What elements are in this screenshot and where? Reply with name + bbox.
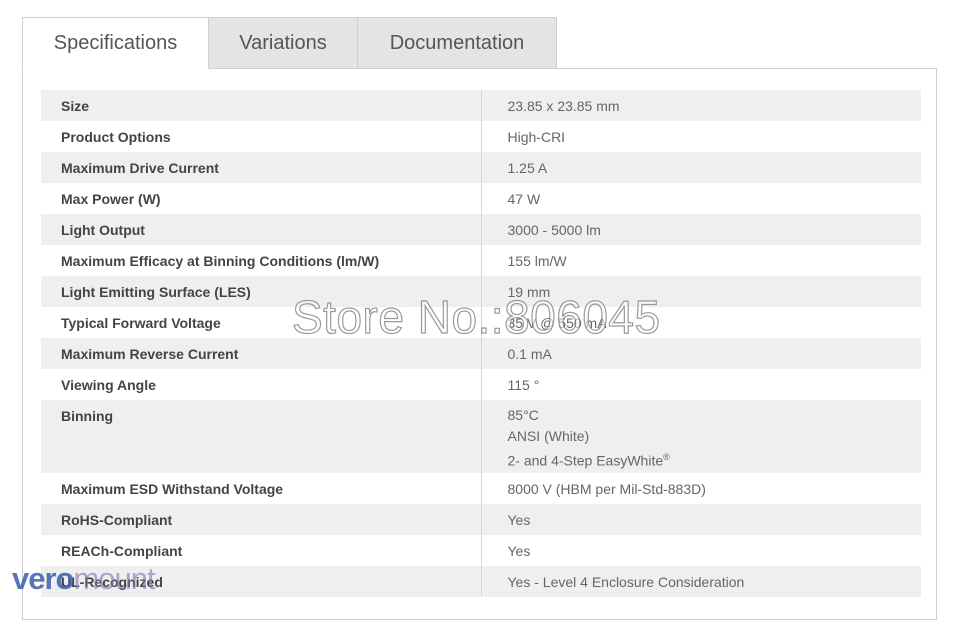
spec-value: 3000 - 5000 lm bbox=[481, 214, 921, 245]
table-row: UL-Recognized Yes - Level 4 Enclosure Co… bbox=[41, 566, 921, 597]
spec-label: Typical Forward Voltage bbox=[41, 307, 482, 338]
spec-label: REACh-Compliant bbox=[41, 535, 482, 566]
spec-label: Maximum Reverse Current bbox=[41, 338, 482, 369]
tab-bar: Specifications Variations Documentation bbox=[22, 17, 557, 69]
binning-value: ANSI (White) bbox=[507, 428, 590, 444]
spec-value: 155 lm/W bbox=[507, 253, 567, 269]
spec-value: 0.1 mA bbox=[481, 338, 921, 369]
spec-label: UL-Recognized bbox=[41, 566, 482, 597]
spec-value: High-CRI bbox=[507, 129, 566, 145]
spec-value: 23.85 x 23.85 mm bbox=[481, 90, 921, 121]
spec-label: Maximum Drive Current bbox=[41, 152, 482, 183]
binning-value: 85°C bbox=[507, 407, 539, 423]
binning-value: 2- and 4-Step EasyWhite bbox=[507, 452, 664, 469]
spec-label: Maximum ESD Withstand Voltage bbox=[41, 473, 482, 504]
spec-label: Light Output bbox=[41, 214, 482, 245]
spec-label: RoHS-Compliant bbox=[41, 504, 482, 535]
spec-label: Product Options bbox=[41, 121, 482, 152]
binning-value-line: 2- and 4-Step EasyWhite® bbox=[508, 447, 922, 472]
spec-value: Yes bbox=[481, 504, 921, 535]
table-row: Max Power (W) 47 W bbox=[41, 183, 921, 214]
table-row: Binning 85°C ANSI (White) 2- and 4-Step … bbox=[41, 400, 921, 473]
spec-value: 115 ° bbox=[507, 377, 540, 393]
tab-variations[interactable]: Variations bbox=[209, 17, 358, 69]
table-row: RoHS-Compliant Yes bbox=[41, 504, 921, 535]
spec-value: 47 W bbox=[507, 191, 541, 207]
registered-mark: ® bbox=[663, 452, 670, 462]
spec-label: Max Power (W) bbox=[41, 183, 482, 214]
spec-value: Yes - Level 4 Enclosure Consideration bbox=[481, 566, 921, 597]
table-row: Maximum Reverse Current 0.1 mA bbox=[41, 338, 921, 369]
specifications-panel: Size 23.85 x 23.85 mm Product Options Hi… bbox=[22, 68, 937, 620]
spec-value: 85°C ANSI (White) 2- and 4-Step EasyWhit… bbox=[481, 400, 921, 473]
tab-documentation[interactable]: Documentation bbox=[358, 17, 557, 69]
spec-value: 19 mm bbox=[481, 276, 921, 307]
spec-value: Yes bbox=[507, 543, 531, 559]
table-row: Maximum Efficacy at Binning Conditions (… bbox=[41, 245, 921, 276]
table-row: Size 23.85 x 23.85 mm bbox=[41, 90, 921, 121]
spec-value: 1.25 A bbox=[481, 152, 921, 183]
spec-label: Light Emitting Surface (LES) bbox=[41, 276, 482, 307]
spec-label: Maximum Efficacy at Binning Conditions (… bbox=[41, 245, 482, 276]
table-row: Light Emitting Surface (LES) 19 mm bbox=[41, 276, 921, 307]
specifications-table: Size 23.85 x 23.85 mm Product Options Hi… bbox=[41, 90, 921, 597]
table-row: REACh-Compliant Yes bbox=[41, 535, 921, 566]
table-row: Typical Forward Voltage 35 V @ 550 mA bbox=[41, 307, 921, 338]
table-row: Viewing Angle 115 ° bbox=[41, 369, 921, 400]
table-row: Maximum ESD Withstand Voltage 8000 V (HB… bbox=[41, 473, 921, 504]
spec-label: Binning bbox=[41, 400, 482, 473]
table-row: Light Output 3000 - 5000 lm bbox=[41, 214, 921, 245]
spec-label: Size bbox=[41, 90, 482, 121]
spec-value: 35 V @ 550 mA bbox=[507, 315, 607, 331]
table-row: Maximum Drive Current 1.25 A bbox=[41, 152, 921, 183]
spec-value: 8000 V (HBM per Mil-Std-883D) bbox=[507, 481, 706, 497]
tab-specifications[interactable]: Specifications bbox=[22, 17, 209, 69]
spec-label: Viewing Angle bbox=[41, 369, 482, 400]
table-row: Product Options High-CRI bbox=[41, 121, 921, 152]
